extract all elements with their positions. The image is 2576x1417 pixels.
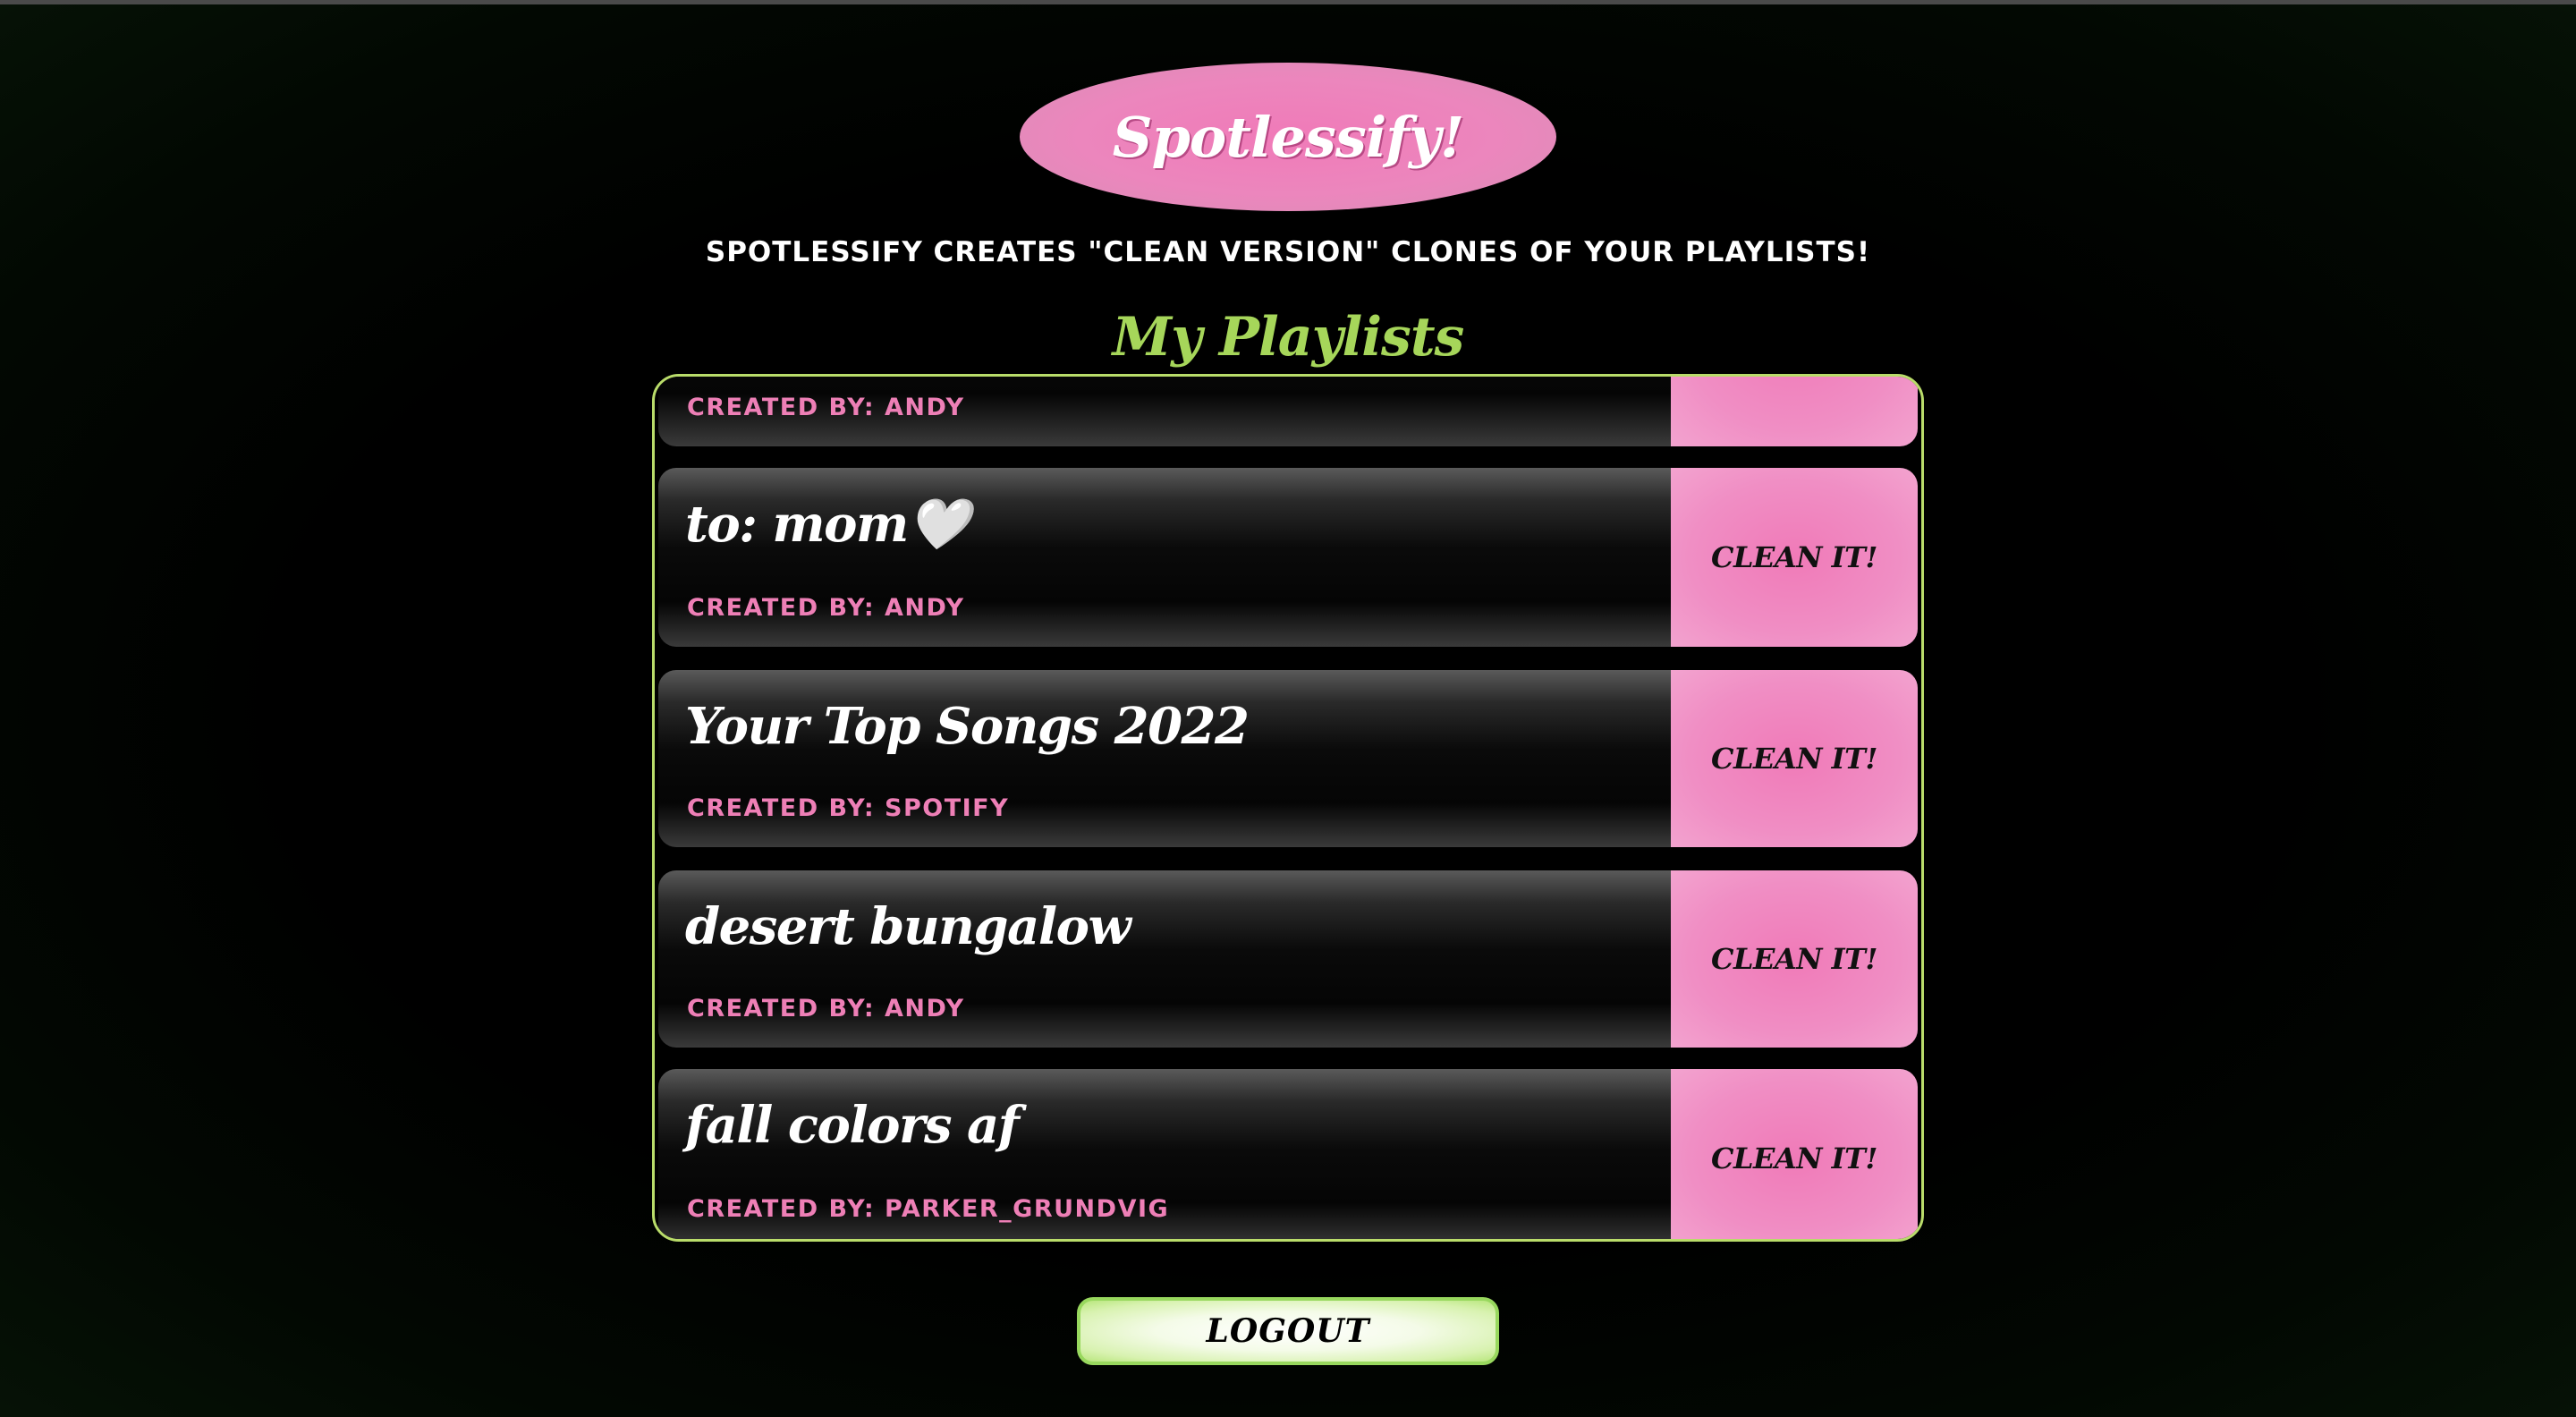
playlist-info: CREATED BY: ANDY <box>658 377 1671 446</box>
clean-it-button[interactable]: CLEAN IT! <box>1671 1069 1918 1239</box>
logout-button-label: LOGOUT <box>1206 1312 1370 1350</box>
playlist-info: Your Top Songs 2022 CREATED BY: SPOTIFY <box>658 670 1671 847</box>
app-logo-text: Spotlessify! <box>1112 104 1464 170</box>
playlist-name: fall colors af <box>685 1096 1020 1155</box>
clean-it-button[interactable]: CLEAN IT! <box>1671 870 1918 1048</box>
section-title: My Playlists <box>1112 306 1465 369</box>
logout-button[interactable]: LOGOUT <box>1077 1297 1499 1365</box>
app-logo: Spotlessify! <box>1020 63 1556 211</box>
window-top-border <box>0 0 2576 4</box>
clean-it-button[interactable] <box>1671 377 1918 446</box>
playlist-list[interactable]: CREATED BY: ANDY to: mom🤍 CREATED BY: AN… <box>652 374 1924 1242</box>
playlist-info: desert bungalow CREATED BY: ANDY <box>658 870 1671 1048</box>
clean-it-button[interactable]: CLEAN IT! <box>1671 670 1918 847</box>
playlist-name: to: mom🤍 <box>685 495 970 554</box>
playlist-row: fall colors af CREATED BY: PARKER_GRUNDV… <box>658 1069 1918 1239</box>
playlist-creator: CREATED BY: ANDY <box>687 394 965 421</box>
playlist-row: desert bungalow CREATED BY: ANDY CLEAN I… <box>658 870 1918 1048</box>
playlist-row: CREATED BY: ANDY <box>658 377 1918 446</box>
playlist-name: Your Top Songs 2022 <box>685 697 1250 756</box>
playlist-row: Your Top Songs 2022 CREATED BY: SPOTIFY … <box>658 670 1918 847</box>
playlist-info: to: mom🤍 CREATED BY: ANDY <box>658 468 1671 647</box>
clean-it-button-label: CLEAN IT! <box>1711 742 1877 776</box>
clean-it-button-label: CLEAN IT! <box>1711 942 1877 976</box>
playlist-creator: CREATED BY: SPOTIFY <box>687 794 1010 822</box>
playlist-row: to: mom🤍 CREATED BY: ANDY CLEAN IT! <box>658 468 1918 647</box>
clean-it-button-label: CLEAN IT! <box>1711 540 1877 574</box>
playlist-creator: CREATED BY: ANDY <box>687 594 965 622</box>
playlist-info: fall colors af CREATED BY: PARKER_GRUNDV… <box>658 1069 1671 1239</box>
clean-it-button[interactable]: CLEAN IT! <box>1671 468 1918 647</box>
playlist-creator: CREATED BY: PARKER_GRUNDVIG <box>687 1195 1170 1223</box>
clean-it-button-label: CLEAN IT! <box>1711 1141 1877 1175</box>
app-tagline: Spotlessify creates "clean version" clon… <box>705 236 1871 268</box>
playlist-creator: CREATED BY: ANDY <box>687 995 965 1022</box>
playlist-name: desert bungalow <box>685 897 1131 956</box>
